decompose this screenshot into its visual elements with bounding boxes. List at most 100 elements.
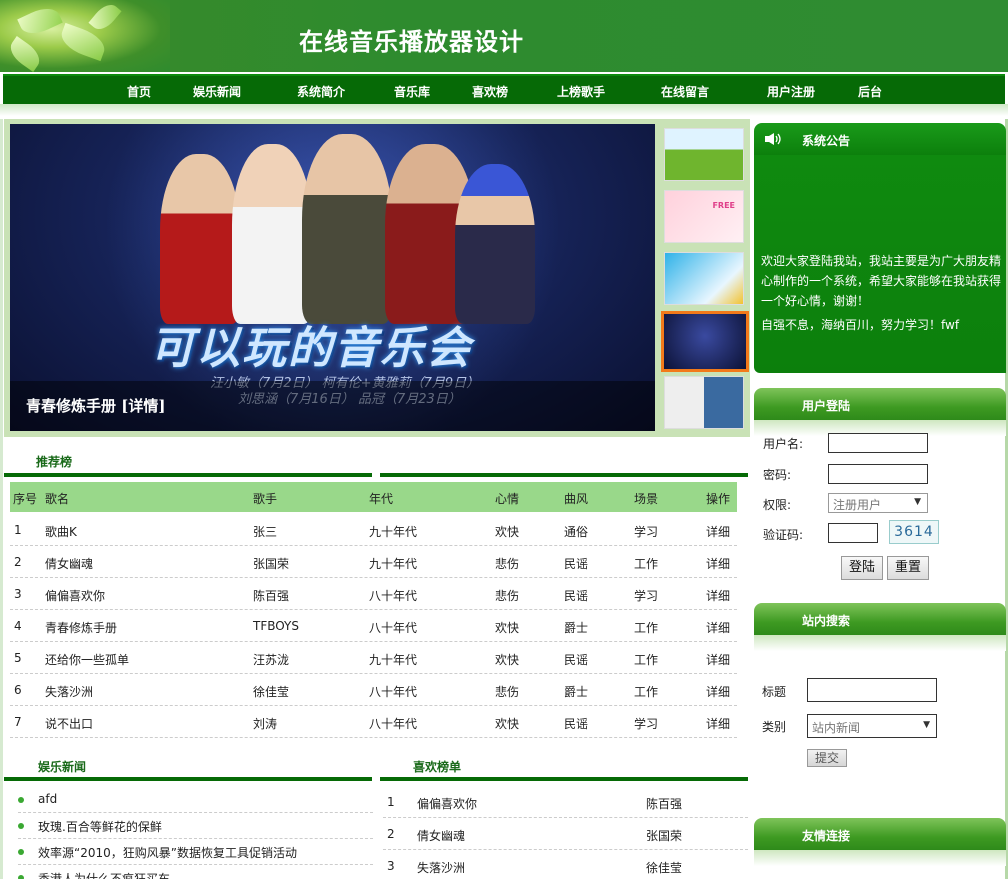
cell-index: 3 [14,587,22,601]
search-submit-button[interactable]: 提交 [807,749,847,767]
password-input[interactable] [828,464,928,484]
notice-text: 欢迎大家登陆我站，我站主要是为广大朋友精心制作的一个系统，希望大家能够在我站获得… [761,254,1002,308]
list-item[interactable]: 效率源“2010，狂购风暴”数据恢复工具促销活动 [18,839,373,865]
cell-scene: 学习 [634,525,659,539]
cell-index: 6 [14,683,22,697]
links-fade [754,850,1006,866]
username-input[interactable] [828,433,928,453]
col-mood: 心情 [495,492,520,506]
cell-era: 八十年代 [369,685,418,699]
category-select-value: 站内新闻 [812,721,861,735]
cell-song[interactable]: 偏偏喜欢你 [45,587,105,604]
password-label: 密码: [763,468,792,482]
cell-singer: 张三 [253,525,278,539]
role-select-value: 注册用户 [833,498,882,512]
col-era: 年代 [369,492,394,506]
bullet-icon [18,823,24,829]
cell-song[interactable]: 偏偏喜欢你 [417,795,477,812]
search-title-input[interactable] [807,678,937,702]
nav-guestbook[interactable]: 在线留言 [661,83,709,100]
nav-shadow [0,104,1008,116]
cell-song[interactable]: 失落沙洲 [417,859,465,876]
nav-admin[interactable]: 后台 [858,83,882,100]
cell-mood: 欢快 [495,717,520,731]
table-row: 4 青春修炼手册 TFBOYS 八十年代 欢快 爵士 工作 详细 [10,610,737,642]
cell-song[interactable]: 歌曲K [45,523,77,540]
bullet-icon [18,797,24,803]
detail-link[interactable]: 详细 [706,555,730,572]
detail-link[interactable]: 详细 [706,587,730,604]
cell-era: 八十年代 [369,621,418,635]
news-link[interactable]: afd [38,792,57,806]
table-row: 1 歌曲K 张三 九十年代 欢快 通俗 学习 详细 [10,514,737,546]
news-link[interactable]: 玫瑰.百合等鲜花的保鲜 [38,818,162,835]
news-link[interactable]: 香港人为什么不疯狂买车 [38,870,170,879]
news-link[interactable]: 效率源“2010，狂购风暴”数据恢复工具促销活动 [38,844,297,861]
cell-index: 3 [387,859,395,873]
captcha-input[interactable] [828,523,878,543]
slide-caption[interactable]: 青春修炼手册 [详情] [10,381,655,431]
nav-home[interactable]: 首页 [127,83,151,100]
cell-era: 九十年代 [369,557,418,571]
list-item[interactable]: 玫瑰.百合等鲜花的保鲜 [18,813,373,839]
role-select[interactable]: 注册用户 ▼ [828,493,928,513]
slide-main-image[interactable]: 可以玩的音乐会 汪小敏（7月2日） 柯有伦+黄雅莉（7月9日） 刘思涵（7月16… [10,124,655,431]
cell-song[interactable]: 还给你一些孤单 [45,651,129,668]
nav-singers[interactable]: 上榜歌手 [557,83,605,100]
cell-style: 通俗 [564,525,589,539]
links-title: 友情连接 [802,829,851,843]
detail-link[interactable]: 详细 [706,715,730,732]
nav-register[interactable]: 用户注册 [767,83,815,100]
cell-era: 九十年代 [369,653,418,667]
cell-song[interactable]: 说不出口 [45,715,93,732]
search-header: 站内搜索 [754,603,1006,635]
nav-intro[interactable]: 系统简介 [297,83,345,100]
slide-caption-text[interactable]: 青春修炼手册 [详情] [26,395,165,416]
slider-thumb-3[interactable] [664,252,744,305]
nav-news[interactable]: 娱乐新闻 [193,83,241,100]
cell-song[interactable]: 青春修炼手册 [45,619,117,636]
cell-style: 民谣 [564,653,589,667]
nav-favorites[interactable]: 喜欢榜 [472,83,508,100]
cell-singer: 张国荣 [646,829,683,843]
table-row: 7 说不出口 刘涛 八十年代 欢快 民谣 学习 详细 [10,706,737,738]
cell-singer: 刘涛 [253,717,278,731]
col-style: 曲风 [564,492,589,506]
thumb-free-text: FREE [712,201,735,210]
cell-mood: 悲伤 [495,557,520,571]
cell-song[interactable]: 失落沙洲 [45,683,93,700]
cell-singer: 张国荣 [253,557,290,571]
username-label: 用户名: [763,437,804,451]
captcha-image[interactable]: 3614 [889,520,939,544]
list-item[interactable]: afd [18,787,373,813]
news-title: 娱乐新闻 [38,760,87,774]
table-row: 5 还给你一些孤单 汪苏泷 九十年代 欢快 民谣 工作 详细 [10,642,737,674]
slider-thumb-5[interactable] [664,376,744,429]
reset-button[interactable]: 重置 [887,556,929,580]
links-header: 友情连接 [754,818,1006,850]
login-header: 用户登陆 [754,388,1006,420]
table-row: 3 偏偏喜欢你 陈百强 八十年代 悲伤 民谣 学习 详细 [10,578,737,610]
cell-index: 2 [387,827,395,841]
detail-link[interactable]: 详细 [706,683,730,700]
cell-scene: 工作 [634,557,659,571]
slider-thumb-4-active[interactable] [661,311,749,372]
news-bar [4,777,372,781]
detail-link[interactable]: 详细 [706,523,730,540]
detail-link[interactable]: 详细 [706,619,730,636]
favorites-title: 喜欢榜单 [413,760,462,774]
slider-thumb-1[interactable] [664,128,744,181]
cell-song[interactable]: 倩女幽魂 [417,827,465,844]
cell-index: 2 [14,555,22,569]
nav-music-library[interactable]: 音乐库 [394,83,430,100]
login-button[interactable]: 登陆 [841,556,883,580]
detail-link[interactable]: 详细 [706,651,730,668]
left-border [0,119,3,879]
list-item[interactable]: 香港人为什么不疯狂买车 [18,865,373,879]
slider-thumb-2[interactable]: FREE [664,190,744,243]
col-song: 歌名 [45,492,70,506]
search-category-select[interactable]: 站内新闻 ▼ [807,714,937,738]
chevron-down-icon: ▼ [923,720,930,730]
recommend-bar-left [4,473,372,477]
cell-song[interactable]: 倩女幽魂 [45,555,93,572]
